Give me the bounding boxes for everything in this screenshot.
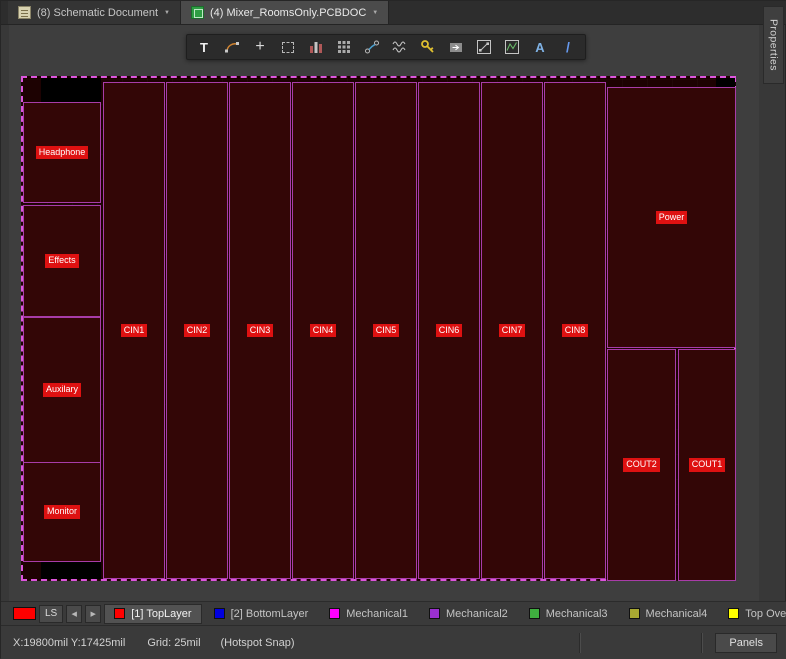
statusbar-divider [701, 633, 703, 653]
room-power[interactable]: Power [607, 87, 736, 348]
layer-tab-bottomlayer[interactable]: [2] BottomLayer [205, 604, 318, 624]
layer-tab-mechanical3[interactable]: Mechanical3 [520, 604, 617, 624]
grid-setting: Grid: 25mil [147, 637, 200, 649]
snap-mode: (Hotspot Snap) [221, 637, 295, 649]
schematic-doc-icon [18, 6, 31, 19]
layer-color-swatch [429, 608, 440, 619]
room-label[interactable]: CIN8 [562, 324, 589, 338]
altium-window: (8) Schematic Document ▼ (4) Mixer_Rooms… [0, 0, 786, 658]
room-label[interactable]: CIN6 [436, 324, 463, 338]
panels-button[interactable]: Panels [715, 633, 777, 653]
layer-tab-mechanical4[interactable]: Mechanical4 [620, 604, 717, 624]
room-label[interactable]: Power [656, 211, 688, 225]
board-cutout [41, 560, 101, 579]
room-label[interactable]: CIN5 [373, 324, 400, 338]
statusbar-divider [579, 633, 581, 653]
layer-color-swatch [329, 608, 340, 619]
layer-tab-label: Mechanical1 [346, 608, 408, 620]
room-label[interactable]: CIN1 [121, 324, 148, 338]
active-layer-color-swatch[interactable] [13, 607, 36, 620]
room-label[interactable]: CIN4 [310, 324, 337, 338]
differential-pair-routing-tool-icon[interactable] [387, 36, 413, 58]
pcb-doc-icon [191, 6, 204, 19]
layer-tab-mechanical2[interactable]: Mechanical2 [420, 604, 517, 624]
layer-tab-label: [2] BottomLayer [231, 608, 309, 620]
properties-panel-tab[interactable]: Properties [763, 6, 784, 84]
keepout-key-tool-icon[interactable] [415, 36, 441, 58]
layer-tab-topoverlay[interactable]: Top Overlay [719, 604, 786, 624]
interactive-routing-tool-icon[interactable] [359, 36, 385, 58]
room-cin4[interactable]: CIN4 [292, 82, 354, 579]
status-bar: X:19800mil Y:17425mil Grid: 25mil (Hotsp… [1, 625, 786, 659]
polygon-pour-tool-icon[interactable] [443, 36, 469, 58]
pcb-board[interactable]: Headphone Effects Auxilary Monitor CIN1 … [21, 76, 736, 581]
layer-color-swatch [114, 608, 125, 619]
board-cutout [41, 78, 101, 102]
room-monitor[interactable]: Monitor [23, 462, 101, 562]
room-label[interactable]: Effects [45, 254, 78, 268]
signal-plot-tool-icon[interactable] [499, 36, 525, 58]
room-label[interactable]: COUT1 [689, 458, 726, 472]
tab-label: (8) Schematic Document [37, 7, 158, 19]
room-cin7[interactable]: CIN7 [481, 82, 543, 579]
room-label[interactable]: Headphone [36, 146, 89, 160]
room-effects[interactable]: Effects [23, 205, 101, 317]
layer-tab-label: [1] TopLayer [131, 608, 191, 620]
room-cin2[interactable]: CIN2 [166, 82, 228, 579]
chevron-down-icon: ▼ [164, 10, 170, 16]
layer-tab-toplayer[interactable]: [1] TopLayer [104, 604, 201, 624]
tab-label: (4) Mixer_RoomsOnly.PCBDOC [210, 7, 366, 19]
place-line-tool-icon[interactable]: / [555, 36, 581, 58]
room-cout2[interactable]: COUT2 [607, 349, 676, 581]
room-label[interactable]: CIN3 [247, 324, 274, 338]
place-arc-tool-icon[interactable] [219, 36, 245, 58]
room-label[interactable]: COUT2 [623, 458, 660, 472]
document-tabbar: (8) Schematic Document ▼ (4) Mixer_Rooms… [1, 1, 786, 25]
room-cout1[interactable]: COUT1 [678, 349, 736, 581]
room-label[interactable]: CIN2 [184, 324, 211, 338]
pcb-canvas[interactable]: T + [9, 25, 759, 601]
layer-color-swatch [529, 608, 540, 619]
layer-tab-label: Mechanical4 [646, 608, 708, 620]
scroll-layers-left-button[interactable]: ◀ [66, 605, 82, 623]
layer-tabbar: LS ◀ ▶ [1] TopLayer [2] BottomLayer Mech… [1, 601, 786, 625]
room-label[interactable]: CIN7 [499, 324, 526, 338]
chevron-down-icon: ▼ [372, 10, 378, 16]
floating-toolbar: T + [186, 34, 586, 60]
layer-tab-label: Top Overlay [745, 608, 786, 620]
place-string-tool-icon[interactable]: A [527, 36, 553, 58]
room-cin5[interactable]: CIN5 [355, 82, 417, 579]
scroll-layers-right-button[interactable]: ▶ [85, 605, 101, 623]
room-headphone[interactable]: Headphone [23, 102, 101, 203]
place-pad-tool-icon[interactable]: + [247, 36, 273, 58]
layer-tab-label: Mechanical3 [546, 608, 608, 620]
dimension-tool-icon[interactable] [471, 36, 497, 58]
layer-tab-mechanical1[interactable]: Mechanical1 [320, 604, 417, 624]
layer-color-swatch [214, 608, 225, 619]
room-label[interactable]: Auxilary [43, 383, 81, 397]
layer-color-swatch [728, 608, 739, 619]
tab-pcb-document[interactable]: (4) Mixer_RoomsOnly.PCBDOC ▼ [181, 1, 389, 24]
room-label[interactable]: Monitor [44, 505, 80, 519]
layer-color-swatch [629, 608, 640, 619]
layer-sets-button[interactable]: LS [39, 605, 63, 623]
paste-array-tool-icon[interactable] [331, 36, 357, 58]
layer-tab-label: Mechanical2 [446, 608, 508, 620]
tab-schematic-document[interactable]: (8) Schematic Document ▼ [8, 1, 181, 24]
select-area-tool-icon[interactable] [275, 36, 301, 58]
place-component-tool-icon[interactable] [303, 36, 329, 58]
room-auxilary[interactable]: Auxilary [23, 317, 101, 463]
place-text-tool-icon[interactable]: T [191, 36, 217, 58]
room-cin8[interactable]: CIN8 [544, 82, 606, 579]
cursor-coordinates: X:19800mil Y:17425mil [13, 637, 125, 649]
room-cin1[interactable]: CIN1 [103, 82, 165, 579]
room-cin3[interactable]: CIN3 [229, 82, 291, 579]
room-cin6[interactable]: CIN6 [418, 82, 480, 579]
